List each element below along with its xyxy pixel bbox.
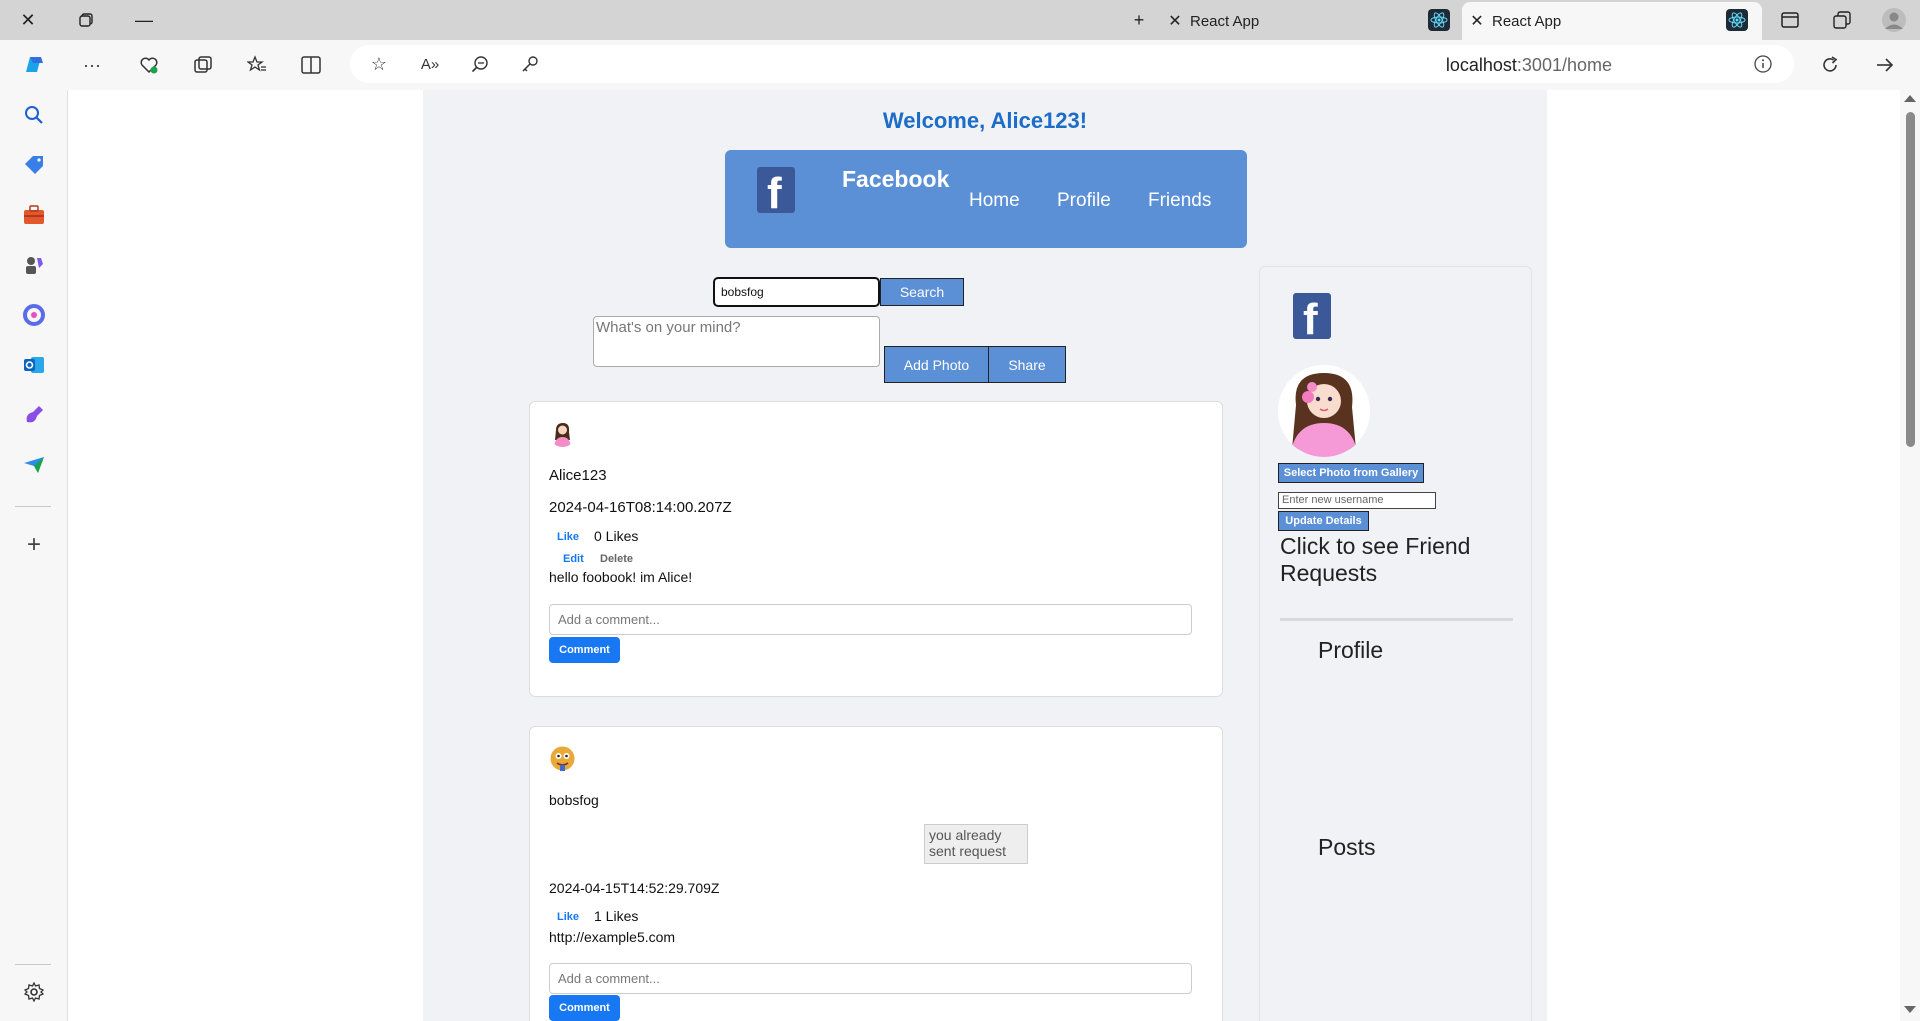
user-avatar[interactable] bbox=[549, 420, 576, 447]
share-button[interactable]: Share bbox=[988, 346, 1066, 383]
search-icon[interactable] bbox=[19, 100, 49, 130]
tab-title: React App bbox=[1190, 12, 1260, 30]
outlook-icon[interactable] bbox=[19, 350, 49, 380]
favorite-star-icon[interactable]: ☆ bbox=[364, 49, 394, 79]
designer-icon[interactable] bbox=[19, 400, 49, 430]
more-options-icon[interactable]: ··· bbox=[77, 50, 107, 80]
new-tab-icon[interactable]: + bbox=[1119, 0, 1159, 40]
browser-toolbar: ··· ☆ A» localhost:3001/home bbox=[0, 40, 1920, 90]
url-path: :3001/home bbox=[1516, 55, 1612, 75]
post-timestamp: 2024-04-15T14:52:29.709Z bbox=[549, 880, 720, 896]
split-screen-icon[interactable] bbox=[1770, 0, 1810, 40]
site-info-icon[interactable] bbox=[1748, 49, 1778, 79]
games-icon[interactable] bbox=[19, 250, 49, 280]
collections-icon[interactable] bbox=[188, 50, 218, 80]
nav-link-friends[interactable]: Friends bbox=[1148, 190, 1211, 212]
edit-post-button[interactable]: Edit bbox=[563, 553, 584, 565]
comment-button[interactable]: Comment bbox=[549, 995, 620, 1021]
sidebar-divider bbox=[15, 964, 51, 965]
comment-input[interactable]: Add a comment... bbox=[549, 963, 1192, 994]
workspaces-icon[interactable] bbox=[1822, 0, 1862, 40]
nav-link-home[interactable]: Home bbox=[969, 190, 1020, 212]
post-card: Alice123 2024-04-16T08:14:00.207Z Like 0… bbox=[529, 401, 1223, 697]
select-photo-button[interactable]: Select Photo from Gallery bbox=[1278, 463, 1424, 483]
react-favicon-icon bbox=[1726, 9, 1748, 31]
post-composer-input[interactable]: What's on your mind? bbox=[593, 316, 880, 367]
search-button[interactable]: Search bbox=[880, 278, 964, 306]
forward-arrow-icon[interactable] bbox=[1870, 50, 1900, 80]
refresh-icon[interactable] bbox=[1815, 50, 1845, 80]
scroll-up-arrow-icon[interactable] bbox=[1904, 95, 1916, 102]
welcome-heading: Welcome, Alice123! bbox=[882, 108, 1088, 133]
close-window-icon[interactable]: ✕ bbox=[8, 0, 48, 40]
post-timestamp: 2024-04-16T08:14:00.207Z bbox=[549, 499, 732, 516]
minimize-window-icon[interactable]: — bbox=[124, 0, 164, 40]
friend-requests-link[interactable]: Click to see Friend Requests bbox=[1280, 533, 1510, 587]
posts-heading: Posts bbox=[1318, 834, 1376, 860]
sidebar-divider bbox=[15, 506, 51, 507]
post-username[interactable]: Alice123 bbox=[549, 467, 607, 484]
post-card: bobsfog you already sent request 2024-04… bbox=[529, 726, 1223, 1021]
add-photo-button[interactable]: Add Photo bbox=[884, 346, 989, 383]
close-tab-icon[interactable]: ✕ bbox=[1462, 11, 1492, 31]
user-avatar[interactable] bbox=[549, 745, 576, 772]
tab-react-app-2[interactable]: ✕ React App bbox=[1462, 2, 1762, 40]
likes-count: 1 Likes bbox=[594, 908, 639, 924]
browser-essentials-icon[interactable] bbox=[134, 50, 164, 80]
comment-input[interactable]: Add a comment... bbox=[549, 604, 1192, 635]
likes-count: 0 Likes bbox=[594, 528, 639, 544]
post-content: http://example5.com bbox=[549, 929, 676, 945]
delete-post-button[interactable]: Delete bbox=[600, 553, 633, 565]
address-bar[interactable]: ☆ A» localhost:3001/home bbox=[350, 45, 1794, 83]
key-icon[interactable] bbox=[515, 49, 545, 79]
restore-window-icon[interactable] bbox=[66, 0, 106, 40]
friend-request-status: you already sent request bbox=[924, 824, 1028, 864]
profile-heading: Profile bbox=[1318, 637, 1384, 663]
nav-link-profile[interactable]: Profile bbox=[1057, 190, 1111, 212]
like-button[interactable]: Like bbox=[557, 911, 579, 923]
url-host: localhost bbox=[1445, 55, 1517, 75]
new-username-input[interactable]: Enter new username bbox=[1278, 492, 1436, 509]
page-scrollbar[interactable] bbox=[1900, 90, 1920, 1021]
microsoft-365-icon[interactable] bbox=[19, 300, 49, 330]
split-view-icon[interactable] bbox=[296, 50, 326, 80]
browser-titlebar: ✕ — + ✕ React App ✕ React App bbox=[0, 0, 1920, 40]
sidebar-divider bbox=[1280, 618, 1513, 621]
favorites-list-icon[interactable] bbox=[242, 50, 272, 80]
post-content: hello foobook! im Alice! bbox=[549, 569, 693, 585]
tools-briefcase-icon[interactable] bbox=[19, 200, 49, 230]
update-details-button[interactable]: Update Details bbox=[1278, 511, 1369, 531]
like-button[interactable]: Like bbox=[557, 531, 579, 543]
scroll-down-arrow-icon[interactable] bbox=[1904, 1006, 1916, 1013]
scrollbar-thumb[interactable] bbox=[1906, 112, 1915, 447]
tab-react-app-1[interactable]: ✕ React App bbox=[1160, 2, 1460, 40]
react-favicon-icon bbox=[1428, 9, 1450, 31]
page-viewport: Welcome, Alice123! f Facebook Home Profi… bbox=[69, 90, 1900, 1021]
brand-title: Facebook bbox=[842, 166, 950, 192]
profile-avatar-icon[interactable] bbox=[1874, 0, 1914, 40]
search-input[interactable]: bobsfog bbox=[713, 277, 880, 307]
comment-button[interactable]: Comment bbox=[549, 637, 620, 663]
close-tab-icon[interactable]: ✕ bbox=[1160, 11, 1190, 31]
add-icon[interactable]: + bbox=[19, 530, 49, 560]
profile-avatar bbox=[1278, 365, 1370, 457]
app-header: f Facebook Home Profile Friends bbox=[725, 150, 1247, 248]
facebook-logo-icon: f bbox=[757, 167, 795, 218]
settings-gear-icon[interactable] bbox=[19, 977, 49, 1007]
copilot-icon[interactable] bbox=[19, 50, 49, 80]
browser-sidebar: + bbox=[0, 90, 68, 1021]
tab-title: React App bbox=[1492, 12, 1562, 30]
zoom-icon[interactable] bbox=[465, 49, 495, 79]
url-text[interactable]: localhost:3001/home bbox=[1446, 55, 1612, 76]
post-username[interactable]: bobsfog bbox=[549, 792, 599, 808]
shopping-tag-icon[interactable] bbox=[19, 150, 49, 180]
app-container: Welcome, Alice123! f Facebook Home Profi… bbox=[423, 90, 1547, 1021]
profile-sidebar: f Select Photo from Gallery Enter new us… bbox=[1259, 266, 1532, 1021]
send-paper-plane-icon[interactable] bbox=[19, 450, 49, 480]
read-aloud-icon[interactable]: A» bbox=[415, 49, 445, 79]
facebook-logo-icon: f bbox=[1293, 293, 1331, 344]
